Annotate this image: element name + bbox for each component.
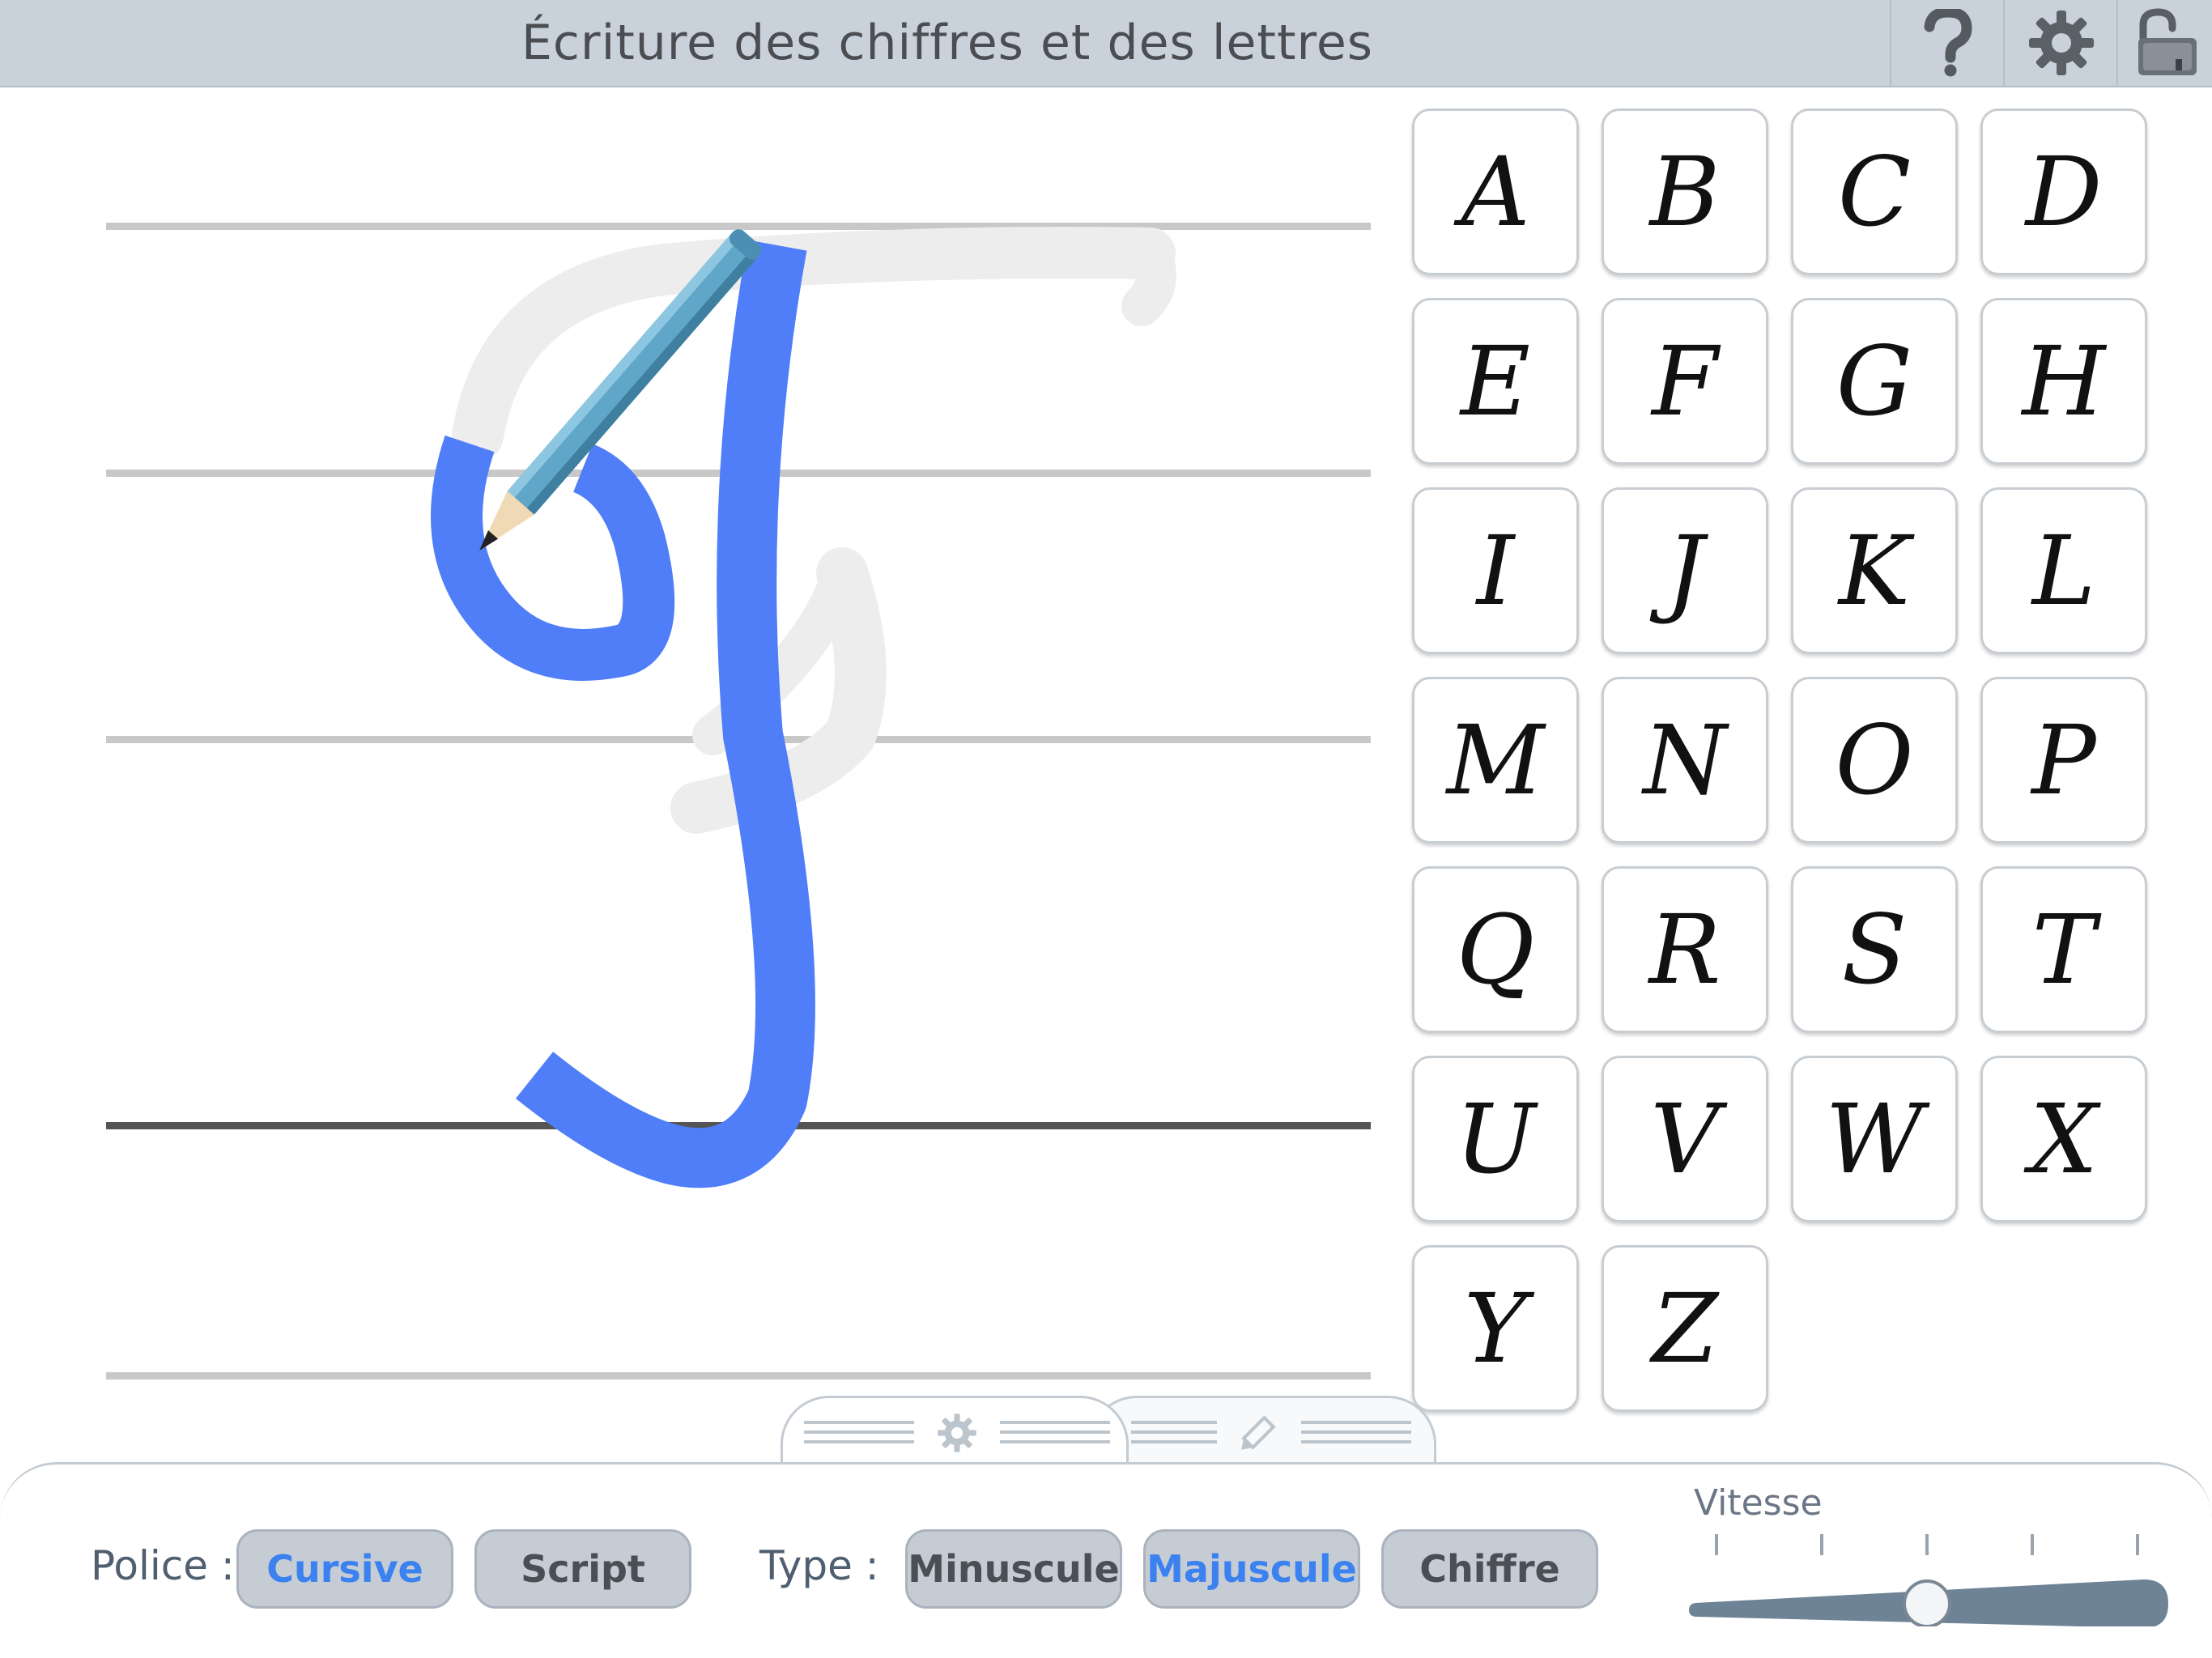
letter-label: Q — [1456, 894, 1535, 1005]
letter-label: R — [1648, 894, 1721, 1005]
letter-label: A — [1461, 136, 1530, 248]
gear-icon — [2029, 11, 2094, 75]
tab-grip-left — [804, 1421, 914, 1450]
tab-grip-right — [1000, 1421, 1110, 1450]
type-minuscule-button[interactable]: Minuscule — [905, 1529, 1122, 1609]
letter-button-T[interactable]: T — [1980, 866, 2147, 1033]
letter-label: B — [1649, 136, 1721, 248]
letter-button-W[interactable]: W — [1791, 1056, 1958, 1222]
guide-letter-shape — [452, 227, 1176, 834]
letter-button-I[interactable]: I — [1412, 487, 1579, 654]
letter-button-D[interactable]: D — [1980, 108, 2147, 275]
pencil-tab[interactable] — [1088, 1396, 1436, 1469]
letter-button-H[interactable]: H — [1980, 298, 2147, 465]
letter-label: X — [2029, 1083, 2098, 1195]
options-tab[interactable] — [781, 1396, 1129, 1469]
top-bar: Écriture des chiffres et des lettres — [0, 0, 2212, 87]
letter-label: J — [1665, 515, 1704, 627]
lock-button[interactable] — [2116, 0, 2212, 86]
letter-label: K — [1838, 515, 1911, 627]
letter-label: P — [2031, 704, 2096, 816]
writing-canvas[interactable] — [0, 87, 1393, 1464]
type-chiffre-button[interactable]: Chiffre — [1381, 1529, 1598, 1609]
police-label: Police : — [91, 1542, 235, 1589]
letter-label: V — [1650, 1083, 1720, 1195]
letter-button-O[interactable]: O — [1791, 677, 1958, 844]
font-cursive-button[interactable]: Cursive — [236, 1529, 453, 1609]
letter-label: U — [1455, 1083, 1536, 1195]
pencil-icon — [1241, 1415, 1276, 1450]
letter-button-Z[interactable]: Z — [1602, 1245, 1768, 1412]
letter-button-M[interactable]: M — [1412, 677, 1579, 844]
letter-button-X[interactable]: X — [1980, 1056, 2147, 1222]
gear-icon — [938, 1414, 976, 1452]
speed-label: Vitesse — [1694, 1482, 1823, 1524]
letter-button-N[interactable]: N — [1602, 677, 1768, 844]
letter-label: H — [2022, 325, 2106, 437]
speed-slider-thumb[interactable] — [1903, 1579, 1951, 1626]
letter-label: T — [2031, 894, 2096, 1005]
tab-grip-right — [1301, 1421, 1411, 1450]
settings-button[interactable] — [2003, 0, 2118, 86]
question-mark-icon — [1924, 9, 1972, 77]
letter-label: Y — [1464, 1273, 1527, 1384]
letter-label: Z — [1652, 1273, 1718, 1384]
letter-label: M — [1446, 704, 1545, 816]
letter-button-B[interactable]: B — [1602, 108, 1768, 275]
letter-label: W — [1825, 1083, 1924, 1195]
type-label: Type : — [759, 1542, 879, 1589]
letter-button-G[interactable]: G — [1791, 298, 1958, 465]
letter-button-V[interactable]: V — [1602, 1056, 1768, 1222]
letter-button-J[interactable]: J — [1602, 487, 1768, 654]
font-script-button[interactable]: Script — [474, 1529, 691, 1609]
letter-button-K[interactable]: K — [1791, 487, 1958, 654]
letter-label: E — [1460, 325, 1531, 437]
page-title: Écriture des chiffres et des lettres — [521, 15, 1373, 71]
letter-button-A[interactable]: A — [1412, 108, 1579, 275]
letter-button-S[interactable]: S — [1791, 866, 1958, 1033]
letter-grid: A B C D E F G H I J K L M N O P Q R S T … — [1412, 108, 2157, 1428]
letter-label: L — [2031, 515, 2096, 627]
unlocked-padlock-icon — [2138, 8, 2197, 75]
letter-button-E[interactable]: E — [1412, 298, 1579, 465]
type-majuscule-button[interactable]: Majuscule — [1143, 1529, 1360, 1609]
letter-button-F[interactable]: F — [1602, 298, 1768, 465]
help-button[interactable] — [1890, 0, 2005, 86]
letter-label: S — [1841, 894, 1908, 1005]
letter-button-L[interactable]: L — [1980, 487, 2147, 654]
tab-grip-left — [1131, 1421, 1217, 1450]
letter-label: I — [1476, 515, 1515, 627]
controls-panel: Police : Cursive Script Type : Minuscule… — [0, 1462, 2212, 1658]
letter-label: D — [2025, 136, 2103, 248]
letter-button-Q[interactable]: Q — [1412, 866, 1579, 1033]
letter-button-U[interactable]: U — [1412, 1056, 1579, 1222]
letter-button-C[interactable]: C — [1791, 108, 1958, 275]
letter-label: O — [1835, 704, 1914, 816]
speed-slider[interactable] — [1676, 1529, 2178, 1626]
letter-button-P[interactable]: P — [1980, 677, 2147, 844]
letter-button-R[interactable]: R — [1602, 866, 1768, 1033]
letter-label: G — [1836, 325, 1913, 437]
letter-label: F — [1652, 325, 1718, 437]
letter-label: C — [1837, 136, 1912, 248]
letter-label: N — [1643, 704, 1727, 816]
letter-button-Y[interactable]: Y — [1412, 1245, 1579, 1412]
